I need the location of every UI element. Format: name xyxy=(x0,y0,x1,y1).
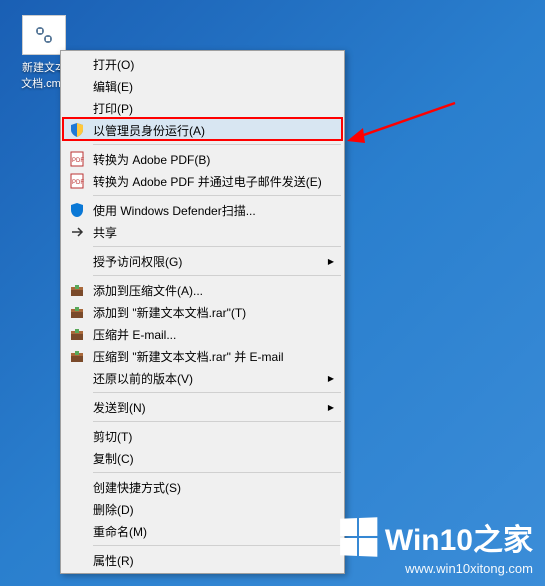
menu-open[interactable]: 打开(O) xyxy=(63,53,342,75)
menu-separator xyxy=(93,195,341,196)
menu-label: 打印(P) xyxy=(93,100,133,117)
menu-label: 重命名(M) xyxy=(93,523,147,540)
menu-defender-scan[interactable]: 使用 Windows Defender扫描... xyxy=(63,199,342,221)
pdf-mail-icon: PDF xyxy=(69,173,85,189)
menu-separator xyxy=(93,421,341,422)
menu-edit[interactable]: 编辑(E) xyxy=(63,75,342,97)
pdf-icon: PDF xyxy=(69,151,85,167)
menu-rename[interactable]: 重命名(M) xyxy=(63,520,342,542)
share-icon xyxy=(69,224,85,240)
menu-label: 打开(O) xyxy=(93,56,134,73)
defender-icon xyxy=(69,202,85,218)
menu-label: 压缩到 "新建文本文档.rar" 并 E-mail xyxy=(93,348,284,365)
windows-logo-icon xyxy=(340,517,377,557)
menu-label: 剪切(T) xyxy=(93,428,132,445)
menu-label: 发送到(N) xyxy=(93,399,146,416)
context-menu: 打开(O) 编辑(E) 打印(P) 以管理员身份运行(A) PDF 转换为 Ad… xyxy=(60,50,345,574)
menu-label: 授予访问权限(G) xyxy=(93,253,182,270)
menu-cut[interactable]: 剪切(T) xyxy=(63,425,342,447)
menu-label: 使用 Windows Defender扫描... xyxy=(93,202,256,219)
menu-share[interactable]: 共享 xyxy=(63,221,342,243)
menu-properties[interactable]: 属性(R) xyxy=(63,549,342,571)
menu-label: 属性(R) xyxy=(93,552,134,569)
menu-label: 编辑(E) xyxy=(93,78,133,95)
menu-add-to-archive[interactable]: 添加到压缩文件(A)... xyxy=(63,279,342,301)
menu-delete[interactable]: 删除(D) xyxy=(63,498,342,520)
menu-separator xyxy=(93,392,341,393)
watermark-brand: Win10之家 xyxy=(385,515,533,559)
menu-separator xyxy=(93,144,341,145)
watermark-url: www.win10xitong.com xyxy=(339,561,533,576)
menu-label: 还原以前的版本(V) xyxy=(93,370,193,387)
winrar-icon xyxy=(69,304,85,320)
menu-send-to[interactable]: 发送到(N) xyxy=(63,396,342,418)
cmd-file-icon xyxy=(22,15,66,55)
menu-label: 转换为 Adobe PDF 并通过电子邮件发送(E) xyxy=(93,173,322,190)
menu-restore-previous[interactable]: 还原以前的版本(V) xyxy=(63,367,342,389)
svg-text:PDF: PDF xyxy=(72,158,84,164)
menu-separator xyxy=(93,472,341,473)
menu-run-as-admin[interactable]: 以管理员身份运行(A) xyxy=(63,119,342,141)
menu-label: 以管理员身份运行(A) xyxy=(93,122,205,139)
menu-grant-access[interactable]: 授予访问权限(G) xyxy=(63,250,342,272)
menu-create-shortcut[interactable]: 创建快捷方式(S) xyxy=(63,476,342,498)
menu-copy[interactable]: 复制(C) xyxy=(63,447,342,469)
menu-separator xyxy=(93,246,341,247)
menu-label: 创建快捷方式(S) xyxy=(93,479,181,496)
menu-separator xyxy=(93,545,341,546)
menu-print[interactable]: 打印(P) xyxy=(63,97,342,119)
svg-text:PDF: PDF xyxy=(72,180,84,186)
menu-label: 复制(C) xyxy=(93,450,134,467)
menu-add-to-rar[interactable]: 添加到 "新建文本文档.rar"(T) xyxy=(63,301,342,323)
menu-label: 添加到压缩文件(A)... xyxy=(93,282,203,299)
menu-separator xyxy=(93,275,341,276)
winrar-icon xyxy=(69,348,85,364)
menu-label: 添加到 "新建文本文档.rar"(T) xyxy=(93,304,246,321)
shield-icon xyxy=(69,122,85,138)
menu-convert-adobe-email[interactable]: PDF 转换为 Adobe PDF 并通过电子邮件发送(E) xyxy=(63,170,342,192)
watermark: Win10之家 www.win10xitong.com xyxy=(339,515,533,576)
menu-label: 压缩并 E-mail... xyxy=(93,326,176,343)
menu-label: 删除(D) xyxy=(93,501,134,518)
menu-label: 共享 xyxy=(93,224,117,241)
menu-label: 转换为 Adobe PDF(B) xyxy=(93,151,210,168)
winrar-icon xyxy=(69,326,85,342)
winrar-icon xyxy=(69,282,85,298)
menu-convert-adobe-pdf[interactable]: PDF 转换为 Adobe PDF(B) xyxy=(63,148,342,170)
menu-compress-email[interactable]: 压缩并 E-mail... xyxy=(63,323,342,345)
annotation-arrow xyxy=(345,98,465,158)
menu-compress-rar-email[interactable]: 压缩到 "新建文本文档.rar" 并 E-mail xyxy=(63,345,342,367)
